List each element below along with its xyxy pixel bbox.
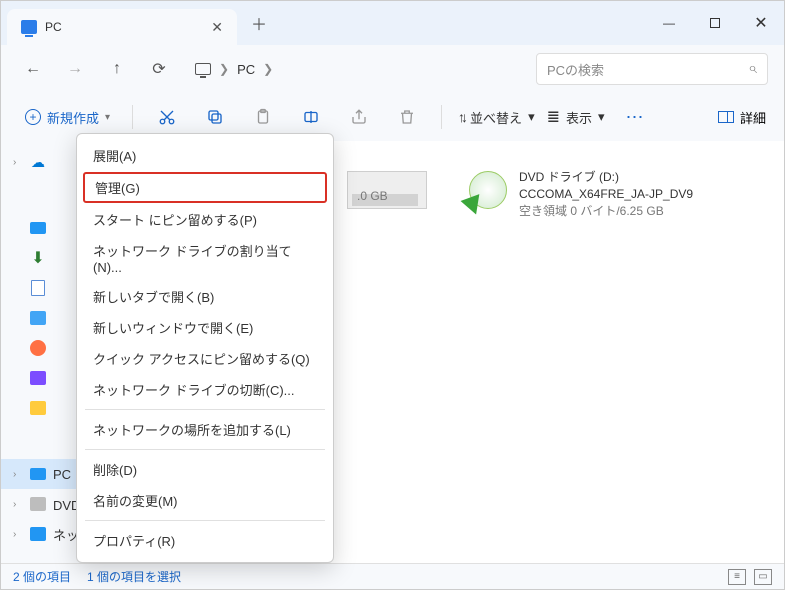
document-icon xyxy=(31,280,45,296)
tab-title: PC xyxy=(45,20,62,34)
chevron-down-icon: ▾ xyxy=(528,109,535,125)
forward-button[interactable] xyxy=(59,53,91,85)
separator xyxy=(441,105,442,129)
ctx-open-new-tab[interactable]: 新しいタブで開く(B) xyxy=(77,281,333,312)
ctx-add-network-location[interactable]: ネットワークの場所を追加する(L) xyxy=(77,414,333,445)
sort-label: 並べ替え xyxy=(470,108,522,127)
tiles-view-button[interactable]: ▭ xyxy=(754,569,772,585)
window-controls: — ✕ xyxy=(646,1,784,45)
title-bar: PC ✕ ＋ — ✕ xyxy=(1,1,784,45)
details-pane-icon xyxy=(718,111,734,123)
drive-freespace: 空き領域 0 バイト/6.25 GB xyxy=(519,203,693,220)
close-tab-icon[interactable]: ✕ xyxy=(211,19,223,36)
search-box[interactable]: PCの検索 xyxy=(536,53,768,85)
details-pane-button[interactable]: 詳細 xyxy=(718,108,766,127)
search-placeholder: PCの検索 xyxy=(547,60,604,79)
chevron-right-icon: ❯ xyxy=(219,62,229,76)
chevron-down-icon: ▾ xyxy=(598,109,605,125)
item-count: 2 個の項目 xyxy=(13,568,71,585)
minimize-button[interactable]: — xyxy=(646,1,692,45)
cut-button[interactable] xyxy=(149,99,185,135)
rename-button[interactable] xyxy=(293,99,329,135)
delete-button[interactable] xyxy=(389,99,425,135)
back-button[interactable] xyxy=(17,53,49,85)
ctx-disconnect-network-drive[interactable]: ネットワーク ドライブの切断(C)... xyxy=(77,374,333,405)
ctx-open-new-window[interactable]: 新しいウィンドウで開く(E) xyxy=(77,312,333,343)
sort-icon xyxy=(458,109,464,125)
view-label: 表示 xyxy=(566,108,592,127)
separator xyxy=(132,105,133,129)
pictures-icon xyxy=(30,311,46,325)
separator xyxy=(85,409,325,410)
paste-button[interactable] xyxy=(245,99,281,135)
separator xyxy=(85,449,325,450)
maximize-button[interactable] xyxy=(692,1,738,45)
share-button[interactable] xyxy=(341,99,377,135)
up-button[interactable] xyxy=(101,53,133,85)
copy-button[interactable] xyxy=(197,99,233,135)
link-folder-icon xyxy=(30,401,46,415)
ctx-manage[interactable]: 管理(G) xyxy=(83,172,327,203)
browser-tab[interactable]: PC ✕ xyxy=(7,9,237,45)
address-segment[interactable]: PC xyxy=(237,62,255,77)
ctx-pin-start[interactable]: スタート にピン留めする(P) xyxy=(77,204,333,235)
view-icon xyxy=(547,107,560,127)
new-button[interactable]: + 新規作成 ▾ xyxy=(19,104,116,131)
details-label: 詳細 xyxy=(740,108,766,127)
ctx-pin-quick-access[interactable]: クイック アクセスにピン留めする(Q) xyxy=(77,343,333,374)
sidebar-label: PC xyxy=(53,467,71,482)
details-view-button[interactable]: ≡ xyxy=(728,569,746,585)
separator xyxy=(85,520,325,521)
desktop-icon xyxy=(30,222,46,234)
music-icon xyxy=(30,340,46,356)
drive-subtitle: CCCOMA_X64FRE_JA-JP_DV9 xyxy=(519,186,693,203)
video-icon xyxy=(30,371,46,385)
view-button[interactable]: 表示 ▾ xyxy=(547,107,605,127)
close-window-button[interactable]: ✕ xyxy=(738,1,784,45)
ctx-rename[interactable]: 名前の変更(M) xyxy=(77,485,333,516)
plus-circle-icon: + xyxy=(25,109,41,125)
new-tab-button[interactable]: ＋ xyxy=(251,11,267,35)
monitor-icon xyxy=(195,63,211,75)
ctx-expand[interactable]: 展開(A) xyxy=(77,140,333,171)
chevron-down-icon: ▾ xyxy=(105,112,110,123)
sort-button[interactable]: 並べ替え ▾ xyxy=(458,108,535,127)
context-menu: 展開(A) 管理(G) スタート にピン留めする(P) ネットワーク ドライブの… xyxy=(76,133,334,563)
address-bar[interactable]: ❯ PC ❯ xyxy=(195,62,273,77)
new-label: 新規作成 xyxy=(47,108,99,127)
status-bar: 2 個の項目 1 個の項目を選択 ≡ ▭ xyxy=(1,563,784,589)
search-icon[interactable] xyxy=(748,60,757,78)
ctx-map-network-drive[interactable]: ネットワーク ドライブの割り当て(N)... xyxy=(77,235,333,281)
selection-count: 1 個の項目を選択 xyxy=(87,568,181,585)
network-icon xyxy=(30,527,46,541)
pc-icon xyxy=(21,20,37,34)
more-icon xyxy=(626,107,644,128)
cloud-icon: ☁ xyxy=(29,154,47,170)
ctx-delete[interactable]: 削除(D) xyxy=(77,454,333,485)
more-button[interactable] xyxy=(617,99,653,135)
dvd-drive-icon xyxy=(467,169,509,211)
refresh-button[interactable] xyxy=(143,53,175,85)
capacity-text-partial: .0 GB xyxy=(357,189,388,203)
navigation-bar: ❯ PC ❯ PCの検索 xyxy=(1,45,784,93)
dvd-drive-item[interactable]: DVD ドライブ (D:) CCCOMA_X64FRE_JA-JP_DV9 空き… xyxy=(467,169,693,219)
chevron-right-icon: ❯ xyxy=(263,62,273,76)
dvd-icon xyxy=(30,497,46,511)
pc-icon xyxy=(30,468,46,480)
download-icon: ⬇ xyxy=(29,250,47,266)
ctx-properties[interactable]: プロパティ(R) xyxy=(77,525,333,556)
drive-title: DVD ドライブ (D:) xyxy=(519,169,693,186)
